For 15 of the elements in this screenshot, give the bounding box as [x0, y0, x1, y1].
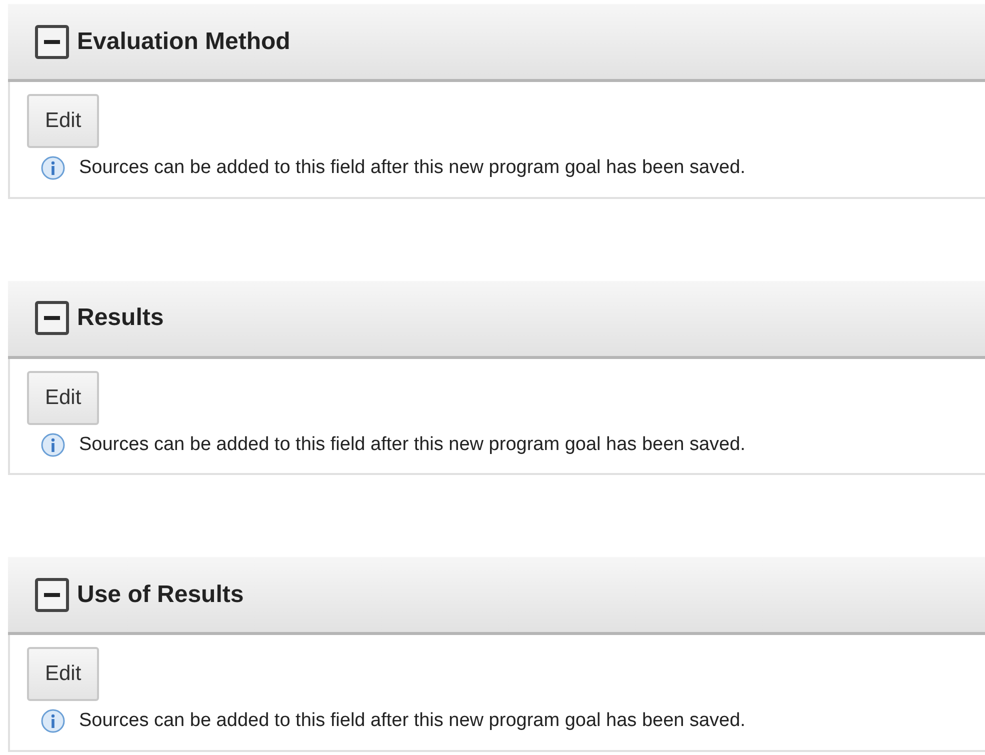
edit-button[interactable]: Edit	[27, 94, 100, 148]
edit-button[interactable]: Edit	[27, 647, 100, 701]
section-title: Evaluation Method	[77, 26, 290, 56]
info-icon	[41, 432, 65, 457]
info-icon	[41, 709, 65, 734]
collapse-toggle[interactable]	[35, 578, 69, 612]
info-note: Sources can be added to this field after this new program goal has been saved.	[79, 432, 746, 456]
edit-button[interactable]: Edit	[27, 370, 100, 424]
collapse-toggle[interactable]	[35, 301, 69, 335]
collapse-toggle[interactable]	[35, 24, 69, 58]
info-note: Sources can be added to this field after this new program goal has been saved.	[79, 709, 746, 733]
info-icon	[41, 156, 65, 180]
section-title: Use of Results	[77, 580, 244, 610]
info-note: Sources can be added to this field after this new program goal has been saved.	[79, 156, 746, 180]
section-title: Results	[77, 303, 164, 333]
